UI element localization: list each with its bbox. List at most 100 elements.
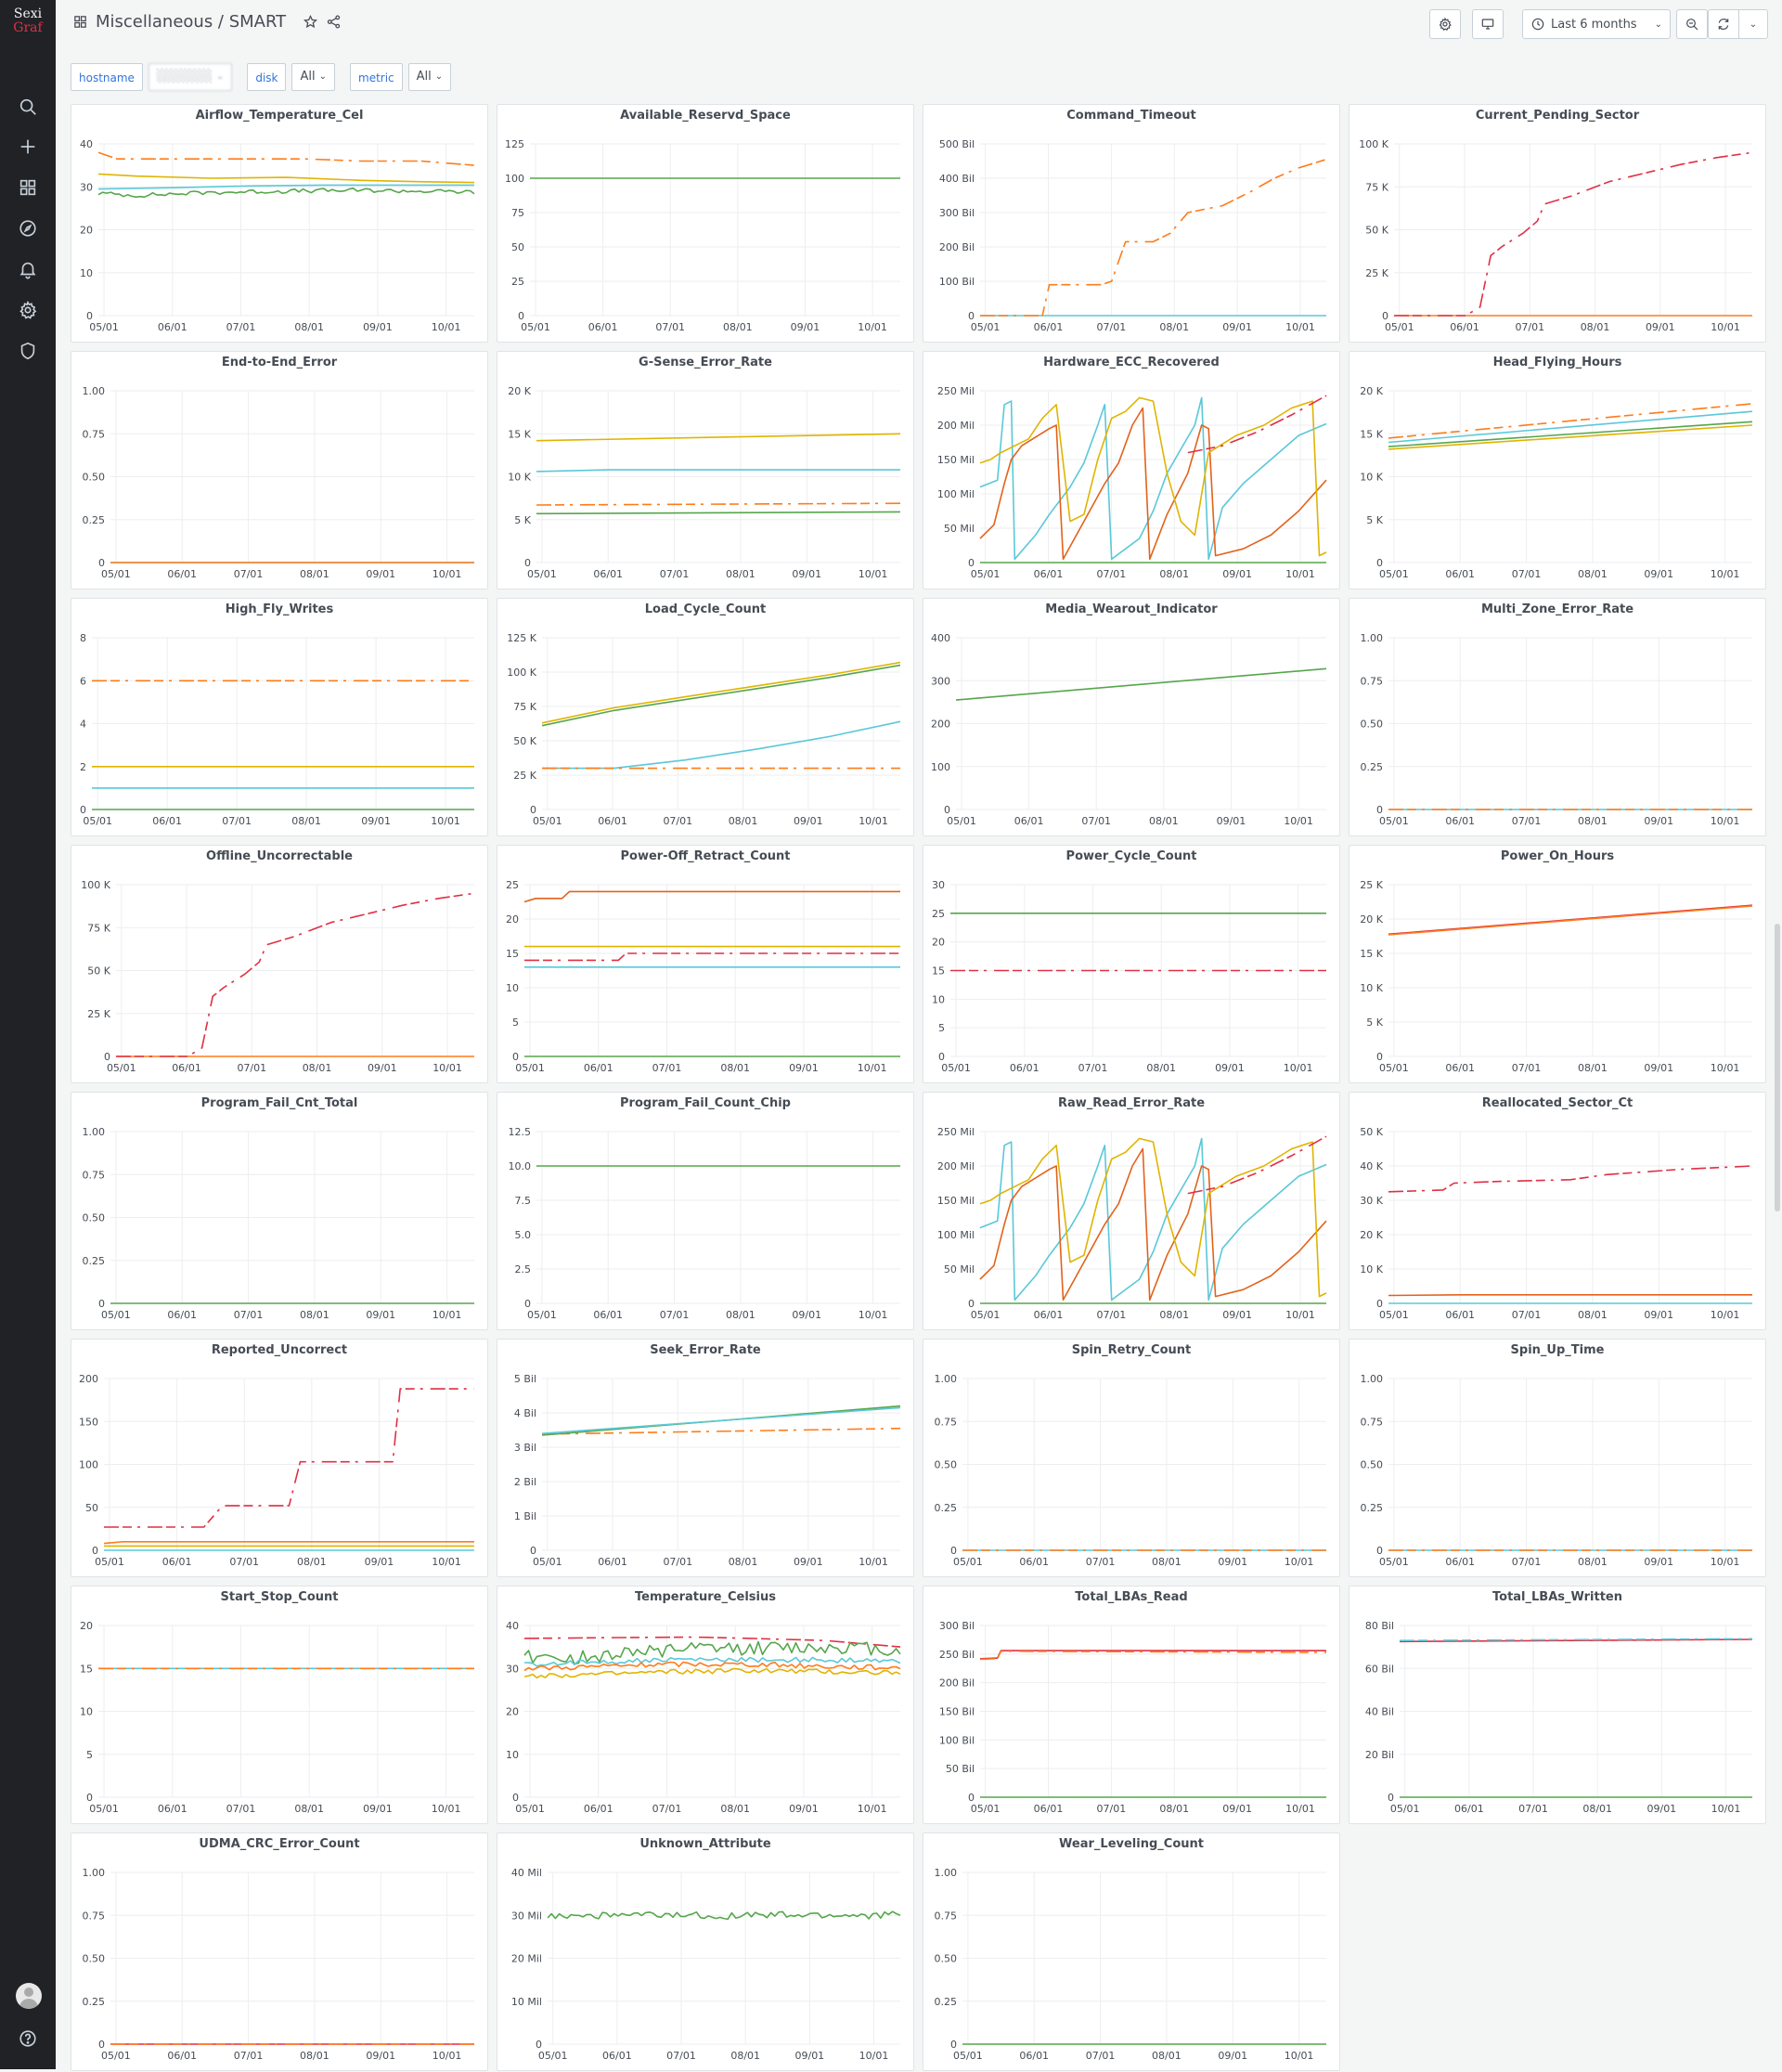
panel-reallocated-sector-ct[interactable]: Reallocated_Sector_Ct 0 10 K 20 K 30 K 40 K 50… [1349,1092,1766,1330]
chevron-down-icon: ⌄ [1654,19,1662,30]
series-line-blue [542,720,901,770]
zoom-out-button[interactable] [1676,9,1708,39]
y-tick-label: 100 Bil [939,1734,975,1746]
cycle-view-mode-button[interactable] [1472,9,1504,39]
refresh-button[interactable] [1708,9,1739,39]
series-line-darkorange [979,1147,1327,1301]
x-tick-label: 06/01 [1034,1803,1064,1815]
x-tick-label: 05/01 [83,815,112,827]
panel-program-fail-cnt-total[interactable]: Program_Fail_Cnt_Total 0 0.25 0.50 0.75 1.00 0… [71,1092,488,1330]
panel-hardware-ecc-recovered[interactable]: Hardware_ECC_Recovered 0 50 Mil 100 Mil 150 … [923,351,1340,589]
panel-total-lbas-written[interactable]: Total_LBAs_Written 0 20 Bil 40 Bil 60 Bil 80 … [1349,1586,1766,1824]
x-tick-label: 09/01 [1644,1062,1673,1074]
panel-offline-uncorrectable[interactable]: Offline_Uncorrectable 0 25 K 50 K 75 K 100 K0… [71,845,488,1083]
panel-chart: 0100 Bil200 Bil300 Bil400 Bil500 Bil05/0… [939,138,1327,333]
x-tick-label: 10/01 [1285,1556,1314,1568]
share-icon[interactable] [326,14,342,30]
panel-spin-retry-count[interactable]: Spin_Retry_Count 0 0.25 0.50 0.75 1.00 05/01 06… [923,1339,1340,1577]
y-tick-label: 100 [505,173,524,185]
x-tick-label: 07/01 [663,815,692,827]
panel-total-lbas-read[interactable]: Total_LBAs_Read 0 50 Bil 100 Bil 150 Bil 200 … [923,1586,1340,1824]
star-icon[interactable] [303,14,318,30]
dashboard-title[interactable]: Miscellaneous / SMART [96,12,286,32]
y-tick-label: 0.25 [1361,1502,1384,1514]
x-tick-label: 09/01 [361,815,391,827]
panel-current-pending-sector[interactable]: Current_Pending_Sector 0 25 K 50 K 75 K 100 K… [1349,104,1766,343]
panel-multi-zone-error-rate[interactable]: Multi_Zone_Error_Rate 0 0.25 0.50 0.75 1.00 05… [1349,598,1766,836]
help-icon[interactable] [14,2025,42,2053]
avatar-icon[interactable] [16,1983,42,2009]
panel-head-flying-hours[interactable]: Head_Flying_Hours 0 5 K 10 K 15 K 20 K 05/01 06… [1349,351,1766,589]
y-tick-label: 4 Bil [514,1407,536,1419]
variable-select-hostname[interactable]: ░░░░░░ ⌄ [148,63,233,91]
panel-command-timeout[interactable]: Command_Timeout 0 100 Bil 200 Bil 300 Bil 400… [923,104,1340,343]
y-tick-label: 10 K [1360,1263,1383,1276]
series-line-yellow [536,433,901,442]
y-tick-label: 20 [506,913,519,926]
dashboards-icon[interactable] [14,174,42,201]
panel-spin-up-time[interactable]: Spin_Up_Time 0 0.25 0.50 0.75 1.00 05/01 06/01 0… [1349,1339,1766,1577]
x-tick-label: 05/01 [1385,321,1414,333]
panel-temperature-celsius[interactable]: Temperature_Celsius 0 10 20 30 40 05/01 06/01 07… [497,1586,914,1824]
y-tick-label: 5 K [514,514,531,526]
compass-icon[interactable] [14,214,42,242]
sexigraf-logo[interactable]: Sexi Graf [7,7,48,35]
variable-select-metric[interactable]: All ⌄ [407,63,452,91]
variable-value-hostname: ░░░░░░ [156,70,213,84]
panel-wear-leveling-count[interactable]: Wear_Leveling_Count 0 0.25 0.50 0.75 1.00 05/0… [923,1832,1340,2071]
panel-chart: 00.250.500.751.0005/01 06/01 07/01 08/01 09/… [935,1867,1326,2062]
refresh-interval-dropdown[interactable]: ⌄ [1738,9,1768,39]
panel-chart: 050 Bil100 Bil150 Bil200 Bil250 Bil300 B… [939,1620,1327,1815]
x-tick-label: 10/01 [1711,1803,1741,1815]
chevron-down-icon: ⌄ [318,71,327,82]
y-tick-label: 200 Bil [939,1677,975,1690]
panel-power-on-hours[interactable]: Power_On_Hours 0 5 K 10 K 15 K 20 K 25 K 05/01 0… [1349,845,1766,1083]
y-tick-label: 0.25 [935,1996,958,2008]
sidebar: Sexi Graf [0,0,56,2069]
y-tick-label: 5 [86,1749,93,1761]
x-tick-label: 10/01 [859,1309,888,1321]
x-tick-label: 05/01 [971,1803,1001,1815]
y-tick-label: 1.00 [83,1126,106,1138]
time-range-picker[interactable]: Last 6 months ⌄ [1522,9,1671,39]
panel-media-wearout-indicator[interactable]: Media_Wearout_Indicator 0 100 200 300 400 05/0… [923,598,1340,836]
panel-available-reservd-space[interactable]: Available_Reservd_Space 0 25 50 75 100 125 05/0… [497,104,914,343]
panel-airflow-temperature-cel[interactable]: Airflow_Temperature_Cel 0 10 20 30 40 05/01 06/… [71,104,488,343]
panel-seek-error-rate[interactable]: Seek_Error_Rate 0 1 Bil 2 Bil 3 Bil 4 Bil 5 Bi… [497,1339,914,1577]
panel-raw-read-error-rate[interactable]: Raw_Read_Error_Rate 0 50 Mil 100 Mil 150 Mil… [923,1092,1340,1330]
panel-reported-uncorrect[interactable]: Reported_Uncorrect 0 50 100 150 200 05/01 06/01… [71,1339,488,1577]
variable-select-disk[interactable]: All ⌄ [291,63,335,91]
bell-icon[interactable] [14,255,42,283]
y-tick-label: 0.25 [83,1996,106,2008]
x-tick-label: 07/01 [1086,2050,1116,2062]
plus-icon[interactable] [14,133,42,161]
shield-icon[interactable] [14,337,42,365]
panel-program-fail-count-chip[interactable]: Program_Fail_Count_Chip 0 2.5 5.0 7.5 10.0 12.… [497,1092,914,1330]
y-tick-label: 15 [932,965,945,978]
x-tick-label: 09/01 [1218,1556,1247,1568]
y-tick-label: 100 K [1359,138,1388,150]
series-line-yellow [97,173,475,184]
panel-load-cycle-count[interactable]: Load_Cycle_Count 0 25 K 50 K 75 K 100 K 125 K0… [497,598,914,836]
search-icon[interactable] [14,93,42,121]
panel-power-off-retract-count[interactable]: Power-Off_Retract_Count 0 5 10 15 20 25 05/01 06… [497,845,914,1083]
panel-unknown-attribute[interactable]: Unknown_Attribute 0 10 Mil 20 Mil 30 Mil 40 M… [497,1832,914,2071]
x-tick-label: 06/01 [602,2050,632,2062]
dashboard-settings-button[interactable] [1429,9,1461,39]
gear-icon[interactable] [14,296,42,324]
panel-start-stop-count[interactable]: Start_Stop_Count 0 5 10 15 20 05/01 06/01 07/01 0… [71,1586,488,1824]
page-scrollbar[interactable] [1775,924,1780,1211]
x-tick-label: 06/01 [1034,321,1064,333]
panel-power-cycle-count[interactable]: Power_Cycle_Count 0 5 10 15 20 25 30 05/01 06/01 0… [923,845,1340,1083]
panel-end-to-end-error[interactable]: End-to-End_Error 0 0.25 0.50 0.75 1.00 05/01 06… [71,351,488,589]
x-tick-label: 06/01 [1445,1309,1475,1321]
y-tick-label: 50 Mil [944,523,975,535]
panel-g-sense-error-rate[interactable]: G-Sense_Error_Rate 0 5 K 10 K 15 K 20 K 05/01 0… [497,351,914,589]
panel-high-fly-writes[interactable]: High_Fly_Writes 0 2 4 6 8 05/01 06/01 07/01 08/01… [71,598,488,836]
x-tick-label: 06/01 [1019,1556,1049,1568]
x-tick-label: 08/01 [729,815,758,827]
panel-udma-crc-error-count[interactable]: UDMA_CRC_Error_Count 0 0.25 0.50 0.75 1.00 05/… [71,1832,488,2071]
panel-chart: 025 K50 K75 K100 K05/01 06/01 07/01 08/01 09… [81,879,475,1074]
clock-icon [1530,17,1545,32]
x-tick-label: 07/01 [226,321,256,333]
